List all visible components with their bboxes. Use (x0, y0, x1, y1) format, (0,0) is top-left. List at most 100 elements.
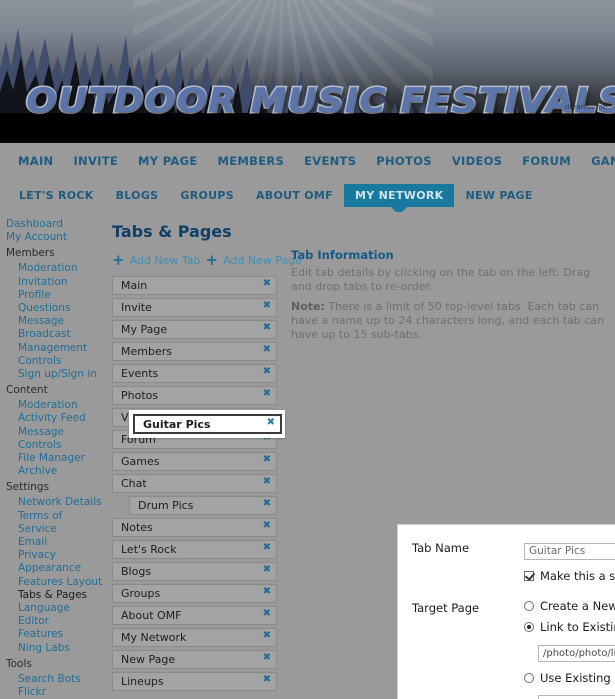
remove-tab-icon[interactable]: ✖ (263, 585, 271, 599)
remove-tab-icon[interactable]: ✖ (263, 365, 271, 379)
remove-tab-icon[interactable]: ✖ (263, 519, 271, 533)
tab-list: Main ✖ Invite ✖ My Page ✖ Members ✖ Events ✖ Photo… (112, 276, 285, 691)
radio-icon[interactable] (524, 672, 534, 683)
nav-primary-item-members[interactable]: MEMBERS (208, 154, 295, 168)
sidebar-item-sign-up-sign-in[interactable]: Sign up/Sign in (6, 368, 104, 381)
tab-list-item[interactable]: Chat ✖ (112, 474, 277, 493)
remove-tab-icon[interactable]: ✖ (263, 541, 271, 555)
radio-link-existing-page[interactable]: Link to Existing Page (524, 620, 615, 634)
nav-secondary-item-new-page[interactable]: NEW PAGE (454, 189, 543, 202)
tab-list-item[interactable]: Notes ✖ (112, 518, 277, 537)
radio-use-existing-url[interactable]: Use Existing URL: (524, 671, 615, 685)
nav-secondary-item-let-s-rock[interactable]: LET'S ROCK (8, 189, 105, 202)
nav-primary-item-main[interactable]: MAIN (8, 154, 63, 168)
remove-tab-icon[interactable]: ✖ (267, 416, 275, 430)
plus-icon: + (112, 251, 125, 269)
sidebar-item-privacy[interactable]: Privacy (6, 549, 104, 562)
tab-list-item[interactable]: Main ✖ (112, 276, 277, 295)
sidebar-item-activity-feed-message[interactable]: Activity Feed Message (6, 412, 104, 438)
plus-icon: + (205, 251, 219, 269)
tab-list-item[interactable]: Let's Rock ✖ (112, 540, 277, 559)
sidebar-item-moderation[interactable]: Moderation (6, 262, 104, 275)
nav-primary-item-events[interactable]: EVENTS (294, 154, 366, 168)
tab-list-item[interactable]: About OMF ✖ (112, 606, 277, 625)
tab-list-item[interactable]: Events ✖ (112, 364, 277, 383)
sidebar-item-flickr-integration[interactable]: Flickr Integration (6, 686, 104, 699)
tab-list-item-label: My Network (121, 631, 187, 644)
sidebar-item-management[interactable]: Management (6, 342, 104, 355)
tab-list-item-label: Blogs (121, 565, 152, 578)
radio-icon[interactable] (524, 600, 534, 611)
nav-secondary-item-groups[interactable]: GROUPS (169, 189, 245, 202)
sidebar-item-features-layout[interactable]: Features Layout (6, 576, 104, 589)
tab-list-item[interactable]: My Page ✖ (112, 320, 277, 339)
radio-create-new-page[interactable]: Create a New Page (524, 599, 615, 613)
remove-tab-icon[interactable]: ✖ (263, 321, 271, 335)
sidebar-item-terms-of-service[interactable]: Terms of Service (6, 510, 104, 536)
nav-secondary-item-about-omf[interactable]: ABOUT OMF (245, 189, 344, 202)
tab-list-item[interactable]: Invite ✖ (112, 298, 277, 317)
tab-list-item[interactable]: Lineups ✖ (112, 672, 277, 691)
nav-secondary-item-blogs[interactable]: BLOGS (105, 189, 170, 202)
nav-primary-item-invite[interactable]: INVITE (63, 154, 128, 168)
tab-list-item[interactable]: Games ✖ (112, 452, 277, 471)
sidebar-item-ning-labs[interactable]: Ning Labs (6, 642, 104, 655)
tab-name-input[interactable] (524, 542, 615, 560)
nav-primary-item-videos[interactable]: VIDEOS (442, 154, 512, 168)
note-label: Note: (291, 300, 325, 313)
make-sub-tab-checkbox-row[interactable]: Make this a sub-tab (524, 569, 615, 583)
sidebar-item-archive[interactable]: Archive (6, 465, 104, 478)
existing-page-select[interactable]: /photo/photo/listTagged?tag=gu (538, 644, 615, 662)
sidebar-item-my-account[interactable]: My Account (6, 231, 104, 244)
remove-tab-icon[interactable]: ✖ (263, 629, 271, 643)
tab-list-item-label: My Page (121, 323, 168, 336)
dragged-tab-item[interactable]: Guitar Pics ✖ (129, 410, 285, 438)
dragged-tab-row[interactable]: Guitar Pics ✖ (133, 414, 282, 434)
tab-list-item[interactable]: Blogs ✖ (112, 562, 277, 581)
remove-tab-icon[interactable]: ✖ (263, 673, 271, 687)
tab-list-item[interactable]: Groups ✖ (112, 584, 277, 603)
secondary-navigation: LET'S ROCK BLOGS GROUPS ABOUT OMF MY NETWORK… (0, 179, 615, 212)
remove-tab-icon[interactable]: ✖ (263, 343, 271, 357)
nav-primary-item-forum[interactable]: FORUM (512, 154, 581, 168)
sidebar-item-file-manager[interactable]: File Manager (6, 452, 104, 465)
sidebar-item-profile-questions[interactable]: Profile Questions (6, 289, 104, 315)
tab-list-item[interactable]: New Page ✖ (112, 650, 277, 669)
sidebar-item-dashboard[interactable]: Dashboard (6, 218, 104, 231)
tab-list-item[interactable]: Drum Pics ✖ (129, 496, 277, 515)
sidebar-item-email[interactable]: Email (6, 536, 104, 549)
tab-list-item-label: Let's Rock (121, 543, 177, 556)
remove-tab-icon[interactable]: ✖ (263, 563, 271, 577)
nav-primary-item-games[interactable]: GAMES (581, 154, 615, 168)
existing-url-input[interactable] (538, 695, 615, 699)
sidebar-item-moderation[interactable]: Moderation (6, 399, 104, 412)
remove-tab-icon[interactable]: ✖ (263, 453, 271, 467)
remove-tab-icon[interactable]: ✖ (263, 475, 271, 489)
sidebar-item-search-bots[interactable]: Search Bots (6, 673, 104, 686)
remove-tab-icon[interactable]: ✖ (263, 277, 271, 291)
nav-primary-item-my-page[interactable]: MY PAGE (128, 154, 207, 168)
sidebar-item-message-broadcast[interactable]: Message Broadcast (6, 315, 104, 341)
sidebar-item-features[interactable]: Features (6, 628, 104, 641)
remove-tab-icon[interactable]: ✖ (263, 651, 271, 665)
remove-tab-icon[interactable]: ✖ (263, 387, 271, 401)
sidebar-item-appearance[interactable]: Appearance (6, 562, 104, 575)
nav-primary-item-photos[interactable]: PHOTOS (366, 154, 442, 168)
remove-tab-icon[interactable]: ✖ (263, 299, 271, 313)
sidebar-item-controls[interactable]: Controls (6, 355, 104, 368)
nav-secondary-item-my-network[interactable]: MY NETWORK (344, 184, 455, 207)
add-new-tab-link[interactable]: Add New Tab (130, 254, 201, 267)
radio-icon-selected[interactable] (524, 621, 534, 632)
sidebar-item-network-details[interactable]: Network Details (6, 496, 104, 509)
sidebar-item-invitation[interactable]: Invitation (6, 276, 104, 289)
remove-tab-icon[interactable]: ✖ (263, 497, 271, 511)
tab-list-item[interactable]: Photos ✖ (112, 386, 277, 405)
sidebar-item-language-editor[interactable]: Language Editor (6, 602, 104, 628)
checkbox-icon[interactable] (524, 570, 534, 581)
sidebar-item-controls[interactable]: Controls (6, 439, 104, 452)
tab-list-item-label: Events (121, 367, 159, 380)
tab-list-item[interactable]: Members ✖ (112, 342, 277, 361)
remove-tab-icon[interactable]: ✖ (263, 607, 271, 621)
sidebar-item-tabs-pages[interactable]: Tabs & Pages (6, 589, 104, 602)
tab-list-item[interactable]: My Network ✖ (112, 628, 277, 647)
